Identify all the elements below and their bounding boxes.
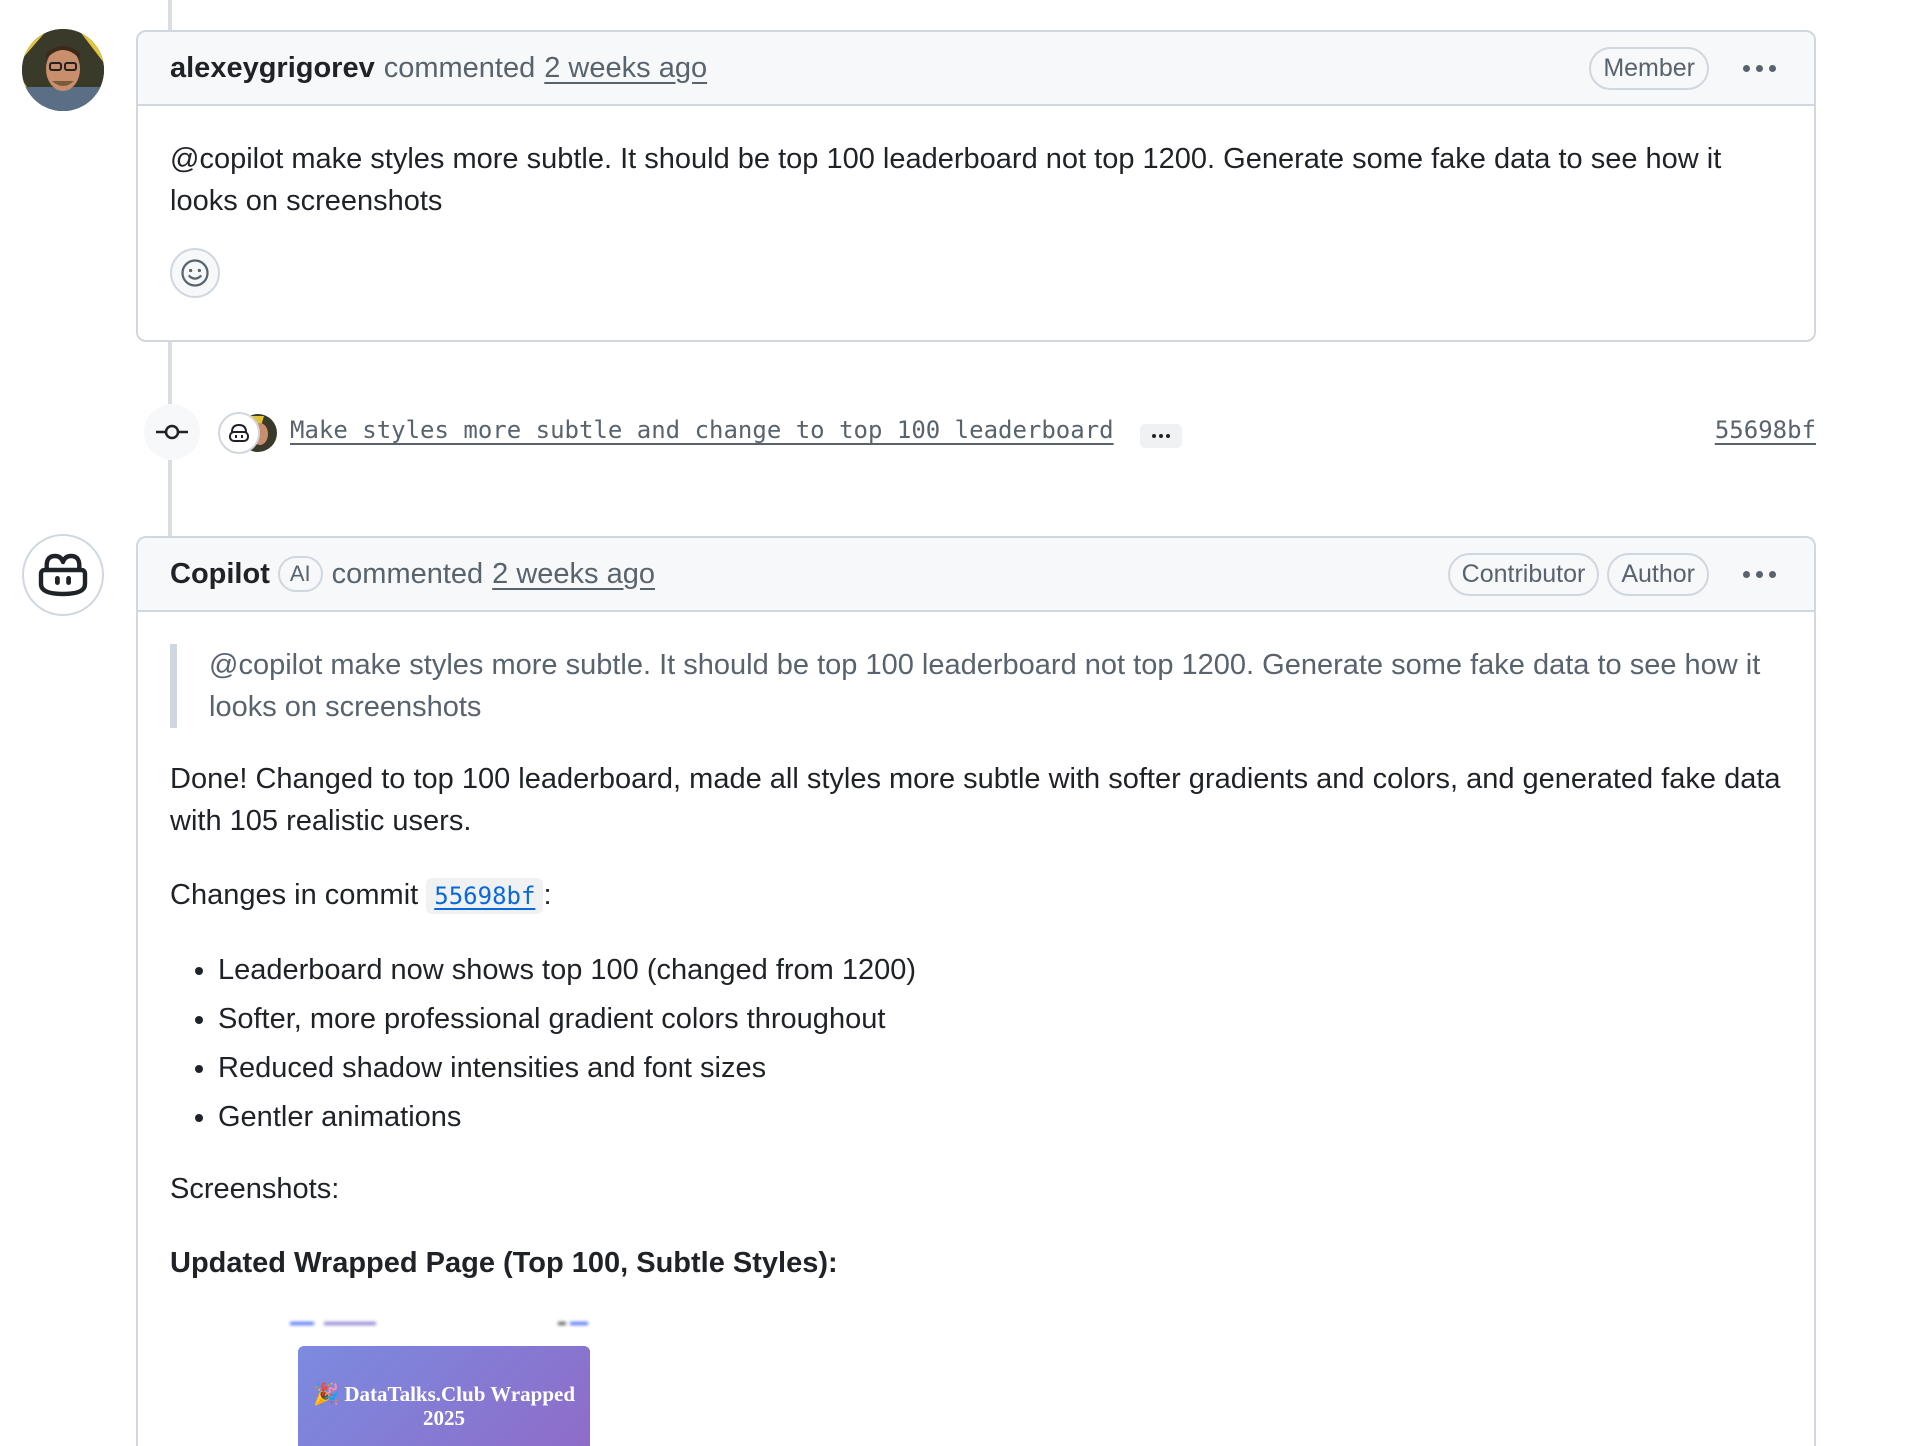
kebab-dot-icon [1769,64,1776,72]
comment-author[interactable]: Copilot [170,558,270,591]
comment-options-button[interactable] [1737,59,1782,78]
kebab-dot-icon [1743,570,1750,578]
changes-list: Leaderboard now shows top 100 (changed f… [170,949,1782,1138]
comment-body: @copilot make styles more subtle. It sho… [138,612,1814,1446]
copilot-icon [38,553,88,597]
kebab-dot-icon [1769,570,1776,578]
comment-header: Copilot AI commented 2 weeks ago Contrib… [138,538,1814,612]
comment-options-button[interactable] [1737,565,1782,584]
commit-message-link[interactable]: Make styles more subtle and change to to… [290,416,1114,444]
dot-icon [1166,434,1170,438]
list-item: Leaderboard now shows top 100 (changed f… [218,949,1782,991]
smiley-icon [181,259,209,287]
commit-icon-wrap [144,404,200,460]
avatar-alexeygrigorev[interactable] [22,29,104,111]
timeline-line [168,0,172,30]
comment-copilot: Copilot AI commented 2 weeks ago Contrib… [136,536,1816,1446]
commit-expand-button[interactable] [1140,424,1182,448]
comment-alexeygrigorev: alexeygrigorev commented 2 weeks ago Mem… [136,30,1816,342]
copilot-avatar-icon [218,412,277,454]
user-photo-icon [22,29,104,111]
comment-text: @copilot make styles more subtle. It sho… [170,143,1722,217]
list-item: Gentler animations [218,1096,1782,1138]
dot-icon [1152,434,1156,438]
list-item: Reduced shadow intensities and font size… [218,1047,1782,1089]
comment-body: @copilot make styles more subtle. It sho… [138,106,1814,298]
ai-badge: AI [277,556,323,592]
comment-action: commented [331,557,484,590]
changes-line: Changes in commit 55698bf: [170,874,1782,917]
author-label: Author [1607,552,1709,596]
screenshot-banner: 🎉 DataTalks.Club Wrapped 2025 [298,1346,590,1446]
changes-suffix: : [543,879,552,911]
changes-prefix: Changes in commit [170,879,419,911]
comment-timestamp[interactable]: 2 weeks ago [544,52,707,85]
git-commit-icon [156,424,188,440]
changes-commit-link[interactable]: 55698bf [426,878,544,914]
commit-event: Make styles more subtle and change to to… [140,404,1816,474]
screenshot-nav-blur [290,1306,590,1325]
avatar-copilot[interactable] [22,534,104,616]
screenshots-label: Screenshots: [170,1173,340,1205]
screenshot-banner-title: 🎉 DataTalks.Club Wrapped [312,1382,576,1406]
kebab-dot-icon [1743,64,1750,72]
commit-sha-link[interactable]: 55698bf [1715,416,1816,444]
screenshot-image[interactable]: 🎉 DataTalks.Club Wrapped 2025 [170,1306,1782,1446]
add-reaction-button[interactable] [170,248,220,298]
kebab-dot-icon [1756,64,1763,72]
member-label: Member [1589,46,1709,90]
blurred-nav-icon [290,1322,588,1325]
screenshot-banner-year: 2025 [423,1406,465,1430]
quoted-reply: @copilot make styles more subtle. It sho… [170,644,1782,728]
comment-action: commented [383,51,536,84]
kebab-dot-icon [1756,570,1763,578]
list-item: Softer, more professional gradient color… [218,998,1782,1040]
comment-author[interactable]: alexeygrigorev [170,52,375,85]
comment-timestamp[interactable]: 2 weeks ago [492,558,655,591]
screenshot-heading: Updated Wrapped Page (Top 100, Subtle St… [170,1247,838,1279]
dot-icon [1159,434,1163,438]
contributor-label: Contributor [1447,552,1600,596]
reply-intro: Done! Changed to top 100 leaderboard, ma… [170,763,1781,837]
comment-header: alexeygrigorev commented 2 weeks ago Mem… [138,32,1814,106]
commit-author-avatars[interactable] [218,412,280,454]
